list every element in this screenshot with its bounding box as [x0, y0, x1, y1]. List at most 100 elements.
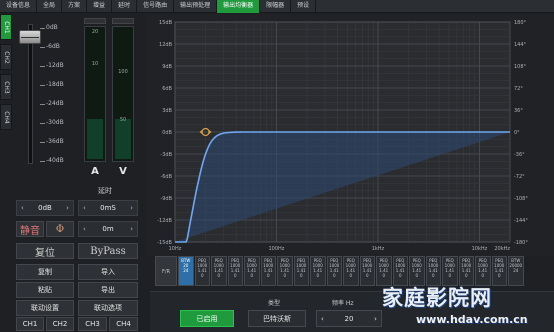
chevron-right-icon[interactable]: › — [374, 315, 377, 323]
phase-axis-label: -144° — [514, 218, 528, 224]
eq-band-17[interactable]: PEQ 1000 1.41 0 — [442, 256, 458, 286]
tab-5[interactable]: 信号路由 — [137, 0, 175, 13]
tab-8[interactable]: 限幅器 — [260, 0, 292, 13]
eq-band-2[interactable]: PEQ 1000 1.41 0 — [194, 256, 210, 286]
meter-a-scale-top: 20 — [91, 29, 99, 35]
link-settings-button[interactable]: 联动设置 — [16, 300, 74, 316]
channel-tab-3[interactable]: CH3 — [0, 74, 12, 100]
link-options-button[interactable]: 联动选项 — [78, 300, 138, 316]
filter-fr-button[interactable]: F/R — [155, 256, 177, 286]
eq-band-13[interactable]: PEQ 1000 1.41 0 — [376, 256, 392, 286]
channel-tab-1[interactable]: CH1 — [0, 14, 12, 40]
bypass-button[interactable]: ByPass — [78, 243, 138, 259]
chevron-left-icon[interactable]: ‹ — [21, 204, 24, 212]
chevron-right-icon[interactable]: › — [66, 204, 69, 212]
y-axis-label: -12dB — [157, 218, 172, 224]
tab-4[interactable]: 延时 — [112, 0, 138, 13]
y-axis-label: 12dB — [159, 42, 173, 48]
meter-a-label: A — [91, 166, 99, 177]
y-axis-label: 15dB — [159, 20, 173, 26]
meter-a: 20 10 — [84, 26, 106, 162]
band-l4: 0 — [332, 273, 336, 278]
eq-band-8[interactable]: PEQ 1000 1.41 0 — [293, 256, 309, 286]
chevron-right-icon[interactable]: › — [130, 204, 133, 212]
band-l4: 0 — [415, 273, 419, 278]
eq-band-20[interactable]: PEQ 1000 1.41 0 — [491, 256, 507, 286]
link-ch1-button[interactable]: CH1 — [16, 317, 44, 331]
eq-band-12[interactable]: PEQ 1000 1.41 0 — [359, 256, 375, 286]
chevron-left-icon[interactable]: ‹ — [321, 315, 324, 323]
tab-7[interactable]: 输出均衡器 — [217, 0, 261, 13]
copy-button[interactable]: 复制 — [16, 264, 74, 280]
band-settings-panel: 类型 频率 Hz 已启用 巴特沃斯 ‹ 20 › — [150, 291, 554, 332]
reset-button[interactable]: 复位 — [16, 243, 74, 259]
delay-m-stepper[interactable]: ‹ 0m › — [78, 221, 138, 237]
band-l4: 0 — [349, 273, 353, 278]
band-l4: 0 — [464, 273, 468, 278]
fader-track[interactable] — [28, 24, 33, 164]
meter-v-scale-mid: 50 — [119, 117, 127, 123]
gain-fader[interactable]: 0dB -6dB -12dB -18dB -24dB -30dB -36dB -40dB — [16, 20, 74, 170]
export-button[interactable]: 导出 — [78, 282, 138, 298]
eq-band-15[interactable]: PEQ 1000 1.41 0 — [409, 256, 425, 286]
eq-band-9[interactable]: PEQ 1000 1.41 0 — [310, 256, 326, 286]
tab-3[interactable]: 增益 — [87, 0, 113, 13]
tab-2[interactable]: 方案 — [62, 0, 88, 13]
fader-tick — [40, 85, 45, 86]
paste-button[interactable]: 粘贴 — [16, 282, 74, 298]
eq-band-7[interactable]: PEQ 1000 1.41 0 — [277, 256, 293, 286]
fader-tick — [40, 123, 45, 124]
tab-6[interactable]: 输出预处理 — [174, 0, 218, 13]
tab-0[interactable]: 设备信息 — [0, 0, 38, 13]
fader-knob[interactable] — [19, 30, 41, 44]
eq-band-3[interactable]: PEQ 1000 1.41 0 — [211, 256, 227, 286]
gain-stepper[interactable]: ‹ 0dB › — [16, 200, 74, 216]
band-l4: 0 — [448, 273, 452, 278]
fader-tick — [40, 66, 45, 67]
fader-tick — [40, 28, 45, 29]
meter-v-scale-top: 100 — [118, 69, 128, 75]
band-enabled-button[interactable]: 已启用 — [180, 310, 234, 327]
tab-9[interactable]: 预设 — [291, 0, 317, 13]
band-l4: 0 — [398, 273, 402, 278]
top-tab-bar: 设备信息 全局 方案 增益 延时 信号路由 输出预处理 输出均衡器 限幅器 预设 — [0, 0, 554, 13]
delay-ms-stepper[interactable]: ‹ 0mS › — [78, 200, 138, 216]
band-l4: 0 — [431, 273, 435, 278]
eq-band-4[interactable]: PEQ 1000 1.41 0 — [227, 256, 243, 286]
eq-band-21[interactable]: BTW 20000 24 — [508, 256, 524, 286]
eq-band-6[interactable]: PEQ 1000 1.41 0 — [260, 256, 276, 286]
band-l3: 24 — [183, 268, 189, 273]
eq-band-10[interactable]: PEQ 1000 1.41 0 — [326, 256, 342, 286]
x-axis-label: 10kHz — [472, 246, 488, 252]
import-button[interactable]: 导入 — [78, 264, 138, 280]
channel-tab-4[interactable]: CH4 — [0, 104, 12, 130]
mute-button[interactable]: 静音 — [16, 221, 44, 237]
frequency-stepper[interactable]: ‹ 20 › — [316, 310, 382, 327]
eq-band-18[interactable]: PEQ 1000 1.41 0 — [458, 256, 474, 286]
band-l4: 0 — [316, 273, 320, 278]
phase-button[interactable]: Φ — [46, 221, 74, 237]
eq-band-19[interactable]: PEQ 1000 1.41 0 — [475, 256, 491, 286]
band-l4: 0 — [266, 273, 270, 278]
link-ch2-button[interactable]: CH2 — [46, 317, 74, 331]
band-l4: 0 — [283, 273, 287, 278]
chevron-right-icon[interactable]: › — [130, 225, 133, 233]
chevron-left-icon[interactable]: ‹ — [83, 204, 86, 212]
band-l3: 24 — [513, 268, 519, 273]
band-l4: 0 — [233, 273, 237, 278]
chevron-left-icon[interactable]: ‹ — [83, 225, 86, 233]
eq-band-1[interactable]: BTW 20 24 — [178, 256, 194, 286]
eq-band-5[interactable]: PEQ 1000 1.41 0 — [244, 256, 260, 286]
eq-response-svg[interactable]: 15dB12dB9dB6dB3dB0dB-3dB-6dB-9dB-12dB-15… — [145, 14, 554, 256]
channel-tab-label: CH2 — [2, 50, 10, 64]
eq-band-11[interactable]: PEQ 1000 1.41 0 — [343, 256, 359, 286]
tab-1[interactable]: 全局 — [37, 0, 63, 13]
eq-band-16[interactable]: PEQ 1000 1.41 0 — [425, 256, 441, 286]
delay-ms-value: 0mS — [100, 204, 116, 212]
link-ch3-button[interactable]: CH3 — [78, 317, 107, 331]
channel-tab-2[interactable]: CH2 — [0, 44, 12, 70]
eq-response-graph[interactable]: 15dB 12dB 9dB 6dB 3dB 0dB -3dB -6dB -9dB -12dB -15… — [145, 14, 554, 256]
eq-band-14[interactable]: PEQ 1000 1.41 0 — [392, 256, 408, 286]
link-ch4-button[interactable]: CH4 — [109, 317, 138, 331]
filter-type-select[interactable]: 巴特沃斯 — [248, 310, 306, 327]
